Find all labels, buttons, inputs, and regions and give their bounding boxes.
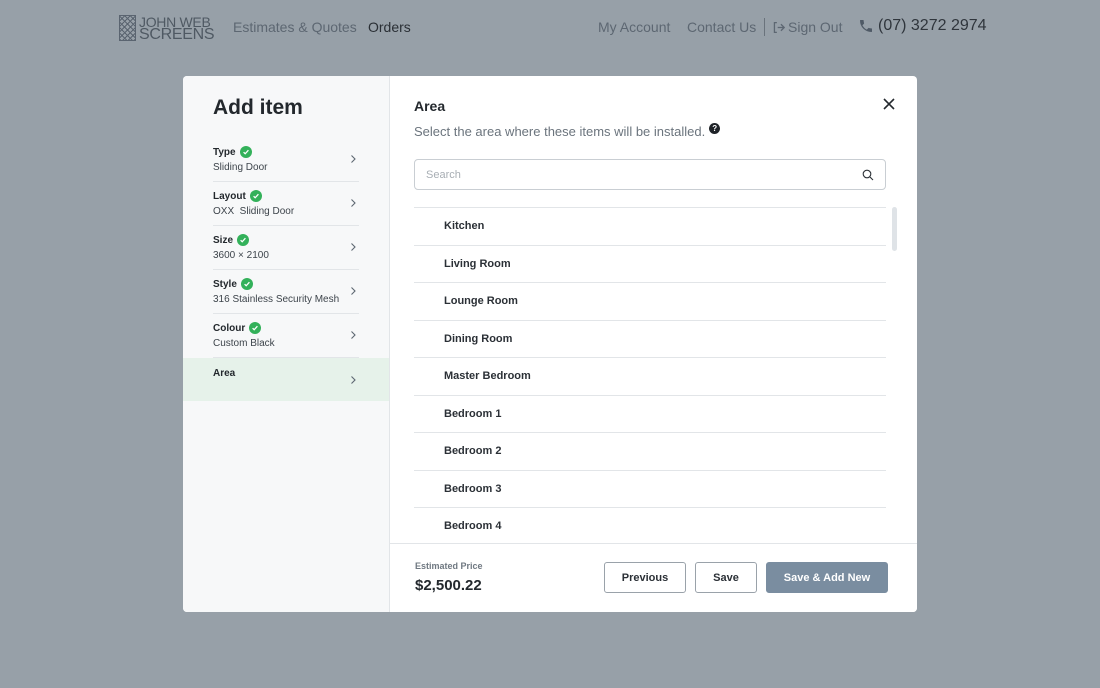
search-icon[interactable] bbox=[862, 169, 874, 181]
step-value: Custom Black bbox=[213, 338, 275, 349]
step-layout[interactable]: Layout OXX Sliding Door bbox=[213, 182, 359, 226]
step-value: OXX Sliding Door bbox=[213, 206, 295, 217]
save-add-new-button[interactable]: Save & Add New bbox=[766, 562, 888, 593]
list-item[interactable]: Kitchen bbox=[414, 208, 886, 246]
close-icon[interactable] bbox=[881, 96, 897, 112]
list-item[interactable]: Bedroom 4 bbox=[414, 508, 886, 543]
list-scrollbar[interactable] bbox=[892, 207, 897, 251]
panel-title: Area bbox=[414, 98, 446, 114]
list-item[interactable]: Master Bedroom bbox=[414, 358, 886, 396]
sign-out-label: Sign Out bbox=[788, 19, 843, 35]
modal-title: Add item bbox=[213, 96, 303, 119]
add-item-modal: Add item Type Sliding Door Layout OXX Sl… bbox=[183, 76, 917, 612]
chevron-right-icon bbox=[351, 243, 356, 251]
step-list: Type Sliding Door Layout OXX Sliding Doo… bbox=[183, 138, 389, 401]
phone-number: (07) 3272 2974 bbox=[878, 17, 987, 34]
save-button[interactable]: Save bbox=[695, 562, 757, 593]
step-value: 316 Stainless Security Mesh bbox=[213, 294, 340, 305]
phone-icon bbox=[860, 20, 872, 32]
chevron-right-icon bbox=[351, 155, 356, 163]
area-list: Kitchen Living Room Lounge Room Dining R… bbox=[414, 207, 886, 543]
list-item[interactable]: Living Room bbox=[414, 246, 886, 283]
step-label: Size bbox=[213, 234, 234, 246]
area-panel: Area Select the area where these items w… bbox=[390, 76, 917, 612]
search-box bbox=[414, 159, 886, 190]
step-value: 3600 × 2100 bbox=[213, 250, 269, 261]
sign-out-link[interactable]: Sign Out bbox=[772, 19, 842, 35]
brand-line-2: SCREENS bbox=[139, 25, 215, 43]
previous-button[interactable]: Previous bbox=[604, 562, 686, 593]
help-icon[interactable]: ? bbox=[709, 123, 721, 134]
estimated-price-label: Estimated Price bbox=[415, 561, 483, 571]
top-nav: JOHN WEB SCREENS Estimates & Quotes Orde… bbox=[0, 0, 1100, 56]
chevron-right-icon bbox=[351, 287, 356, 295]
estimated-price-value: $2,500.22 bbox=[415, 577, 482, 594]
step-value: Sliding Door bbox=[213, 162, 268, 173]
step-label: Area bbox=[213, 368, 236, 379]
check-circle-icon bbox=[249, 322, 262, 334]
logo-mark-icon bbox=[119, 15, 136, 41]
check-circle-icon bbox=[237, 234, 250, 246]
step-size[interactable]: Size 3600 × 2100 bbox=[213, 226, 359, 270]
chevron-right-icon bbox=[351, 376, 356, 384]
nav-estimates-link[interactable]: Estimates & Quotes bbox=[233, 19, 357, 35]
nav-orders-link[interactable]: Orders bbox=[368, 19, 411, 35]
sign-out-icon bbox=[773, 21, 785, 33]
step-label: Type bbox=[213, 146, 236, 158]
list-item[interactable]: Dining Room bbox=[414, 321, 886, 358]
nav-divider bbox=[764, 18, 765, 36]
check-circle-icon bbox=[239, 146, 252, 158]
step-area[interactable]: Area bbox=[183, 358, 389, 401]
check-circle-icon bbox=[249, 190, 262, 202]
phone-link[interactable]: (07) 3272 2974 bbox=[858, 17, 987, 35]
modal-footer: Estimated Price $2,500.22 Previous Save … bbox=[390, 543, 917, 612]
nav-contact-link[interactable]: Contact Us bbox=[687, 19, 756, 35]
brand-logo[interactable]: JOHN WEB SCREENS bbox=[119, 15, 215, 43]
list-item[interactable]: Bedroom 2 bbox=[414, 433, 886, 471]
list-item[interactable]: Lounge Room bbox=[414, 283, 886, 321]
nav-account-link[interactable]: My Account bbox=[598, 19, 670, 35]
step-label: Layout bbox=[213, 190, 246, 202]
chevron-right-icon bbox=[351, 199, 356, 207]
step-colour[interactable]: Colour Custom Black bbox=[213, 314, 359, 358]
chevron-right-icon bbox=[351, 331, 356, 339]
steps-sidebar: Add item Type Sliding Door Layout OXX Sl… bbox=[183, 76, 390, 612]
step-label: Style bbox=[213, 278, 237, 290]
step-style[interactable]: Style 316 Stainless Security Mesh bbox=[213, 270, 359, 314]
list-item[interactable]: Bedroom 1 bbox=[414, 396, 886, 433]
panel-subtitle: Select the area where these items will b… bbox=[414, 124, 706, 139]
search-input[interactable] bbox=[415, 160, 835, 189]
check-circle-icon bbox=[240, 278, 253, 290]
step-type[interactable]: Type Sliding Door bbox=[213, 138, 359, 182]
step-label: Colour bbox=[213, 322, 246, 334]
list-item[interactable]: Bedroom 3 bbox=[414, 471, 886, 508]
